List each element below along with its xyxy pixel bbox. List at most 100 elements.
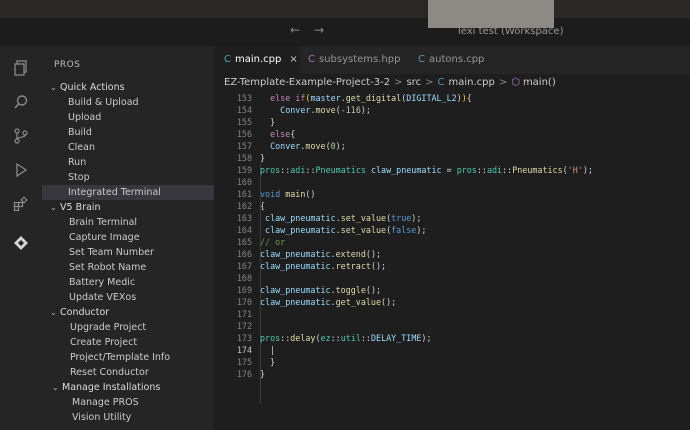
group-conductor[interactable]: ⌄ Conductor (42, 305, 214, 320)
chevron-down-icon: ⌄ (50, 308, 57, 317)
source-control-icon[interactable] (12, 128, 30, 146)
breadcrumb-symbol[interactable]: main() (523, 77, 556, 88)
line-number: 175 (236, 357, 252, 367)
sidebar-item-battery-medic[interactable]: Battery Medic (42, 275, 241, 290)
line-number: 161 (236, 189, 252, 199)
line-number: 156 (236, 129, 252, 139)
sidebar-item-upgrade-project[interactable]: Upgrade Project (42, 320, 242, 335)
sidebar-item-reset-conductor[interactable]: Reset Conductor (42, 365, 242, 380)
line-number: 176 (236, 369, 252, 379)
line-number: 163 (236, 213, 252, 223)
activity-bar (0, 46, 42, 430)
code-line: 167 claw_pneumatic.retract(); (214, 260, 690, 272)
breadcrumb-src[interactable]: src (406, 77, 421, 88)
code-line: 158} (214, 152, 690, 164)
code-text: } (260, 357, 276, 367)
line-number: 153 (236, 93, 252, 103)
code-text: claw_pneumatic.retract(); (260, 261, 387, 271)
close-icon[interactable]: × (289, 54, 297, 65)
code-line: 176} (214, 368, 690, 380)
sidebar-item-run[interactable]: Run (42, 155, 240, 170)
code-text: pros::delay(ez::util::DELAY_TIME); (260, 333, 432, 343)
sidebar-item-set-team-number[interactable]: Set Team Number (42, 245, 241, 260)
run-debug-icon[interactable] (12, 162, 30, 180)
line-number: 160 (236, 177, 252, 187)
tape-overlay (428, 0, 554, 28)
tab-autons-cpp[interactable]: Cautons.cpp (414, 46, 508, 74)
group-manage-installations[interactable]: ⌄ Manage Installations (42, 380, 214, 395)
code-line: 161 void main() (214, 188, 690, 200)
back-arrow-icon[interactable]: ← (290, 23, 314, 37)
breadcrumb-file[interactable]: main.cpp (448, 77, 494, 88)
code-line: 169 claw_pneumatic.toggle(); (214, 284, 690, 296)
code-line: 160 (214, 176, 690, 188)
code-text: Conver.move(0); (270, 141, 346, 151)
forward-arrow-icon[interactable]: → (314, 23, 338, 37)
code-editor[interactable]: 153 else if(master.get_digital(DIGITAL_L… (214, 92, 690, 430)
code-line: 162 { (214, 200, 690, 212)
code-line: 168 (214, 272, 690, 284)
cpp-file-icon: C (437, 77, 445, 88)
line-number: 168 (236, 273, 252, 283)
sidebar-item-project-template-info[interactable]: Project/Template Info (42, 350, 242, 365)
sidebar-item-brain-terminal[interactable]: Brain Terminal (42, 215, 241, 230)
code-line: 172 (214, 320, 690, 332)
sidebar-item-build-upload[interactable]: Build & Upload (42, 95, 240, 110)
line-number: 155 (236, 117, 252, 127)
sidebar-item-build[interactable]: Build (42, 125, 240, 140)
code-line: 166 claw_pneumatic.extend(); (214, 248, 690, 260)
code-text: void main() (260, 189, 316, 199)
pros-icon[interactable] (12, 234, 30, 252)
sidebar-item-create-project[interactable]: Create Project (42, 335, 242, 350)
sidebar-item-stop[interactable]: Stop (42, 170, 240, 185)
line-number: 162 (236, 201, 252, 211)
code-line: 170 claw_pneumatic.get_value(); (214, 296, 690, 308)
nav-arrows: ←→ (290, 23, 338, 37)
code-text: claw_pneumatic.set_value(true); (265, 213, 422, 223)
cpp-file-icon: C (224, 54, 231, 65)
line-number: 167 (236, 261, 252, 271)
breadcrumb-project[interactable]: EZ-Template-Example-Project-3-2 (224, 77, 390, 88)
code-text: } (260, 117, 276, 127)
sidebar-item-set-robot-name[interactable]: Set Robot Name (42, 260, 241, 275)
line-number: 158 (236, 153, 252, 163)
extensions-icon[interactable] (12, 196, 30, 214)
code-text: claw_pneumatic.toggle(); (260, 285, 382, 295)
code-line: 164 claw_pneumatic.set_value(false); (214, 224, 690, 236)
search-icon[interactable] (12, 94, 30, 112)
code-text: else{ (270, 129, 296, 139)
chevron-down-icon: ⌄ (50, 83, 57, 92)
sidebar-item-upload[interactable]: Upload (42, 110, 240, 125)
tab-main-cpp[interactable]: Cmain.cpp × (214, 46, 300, 74)
sidebar-item-integrated-terminal[interactable]: Integrated Terminal (42, 185, 214, 200)
cpp-file-icon: C (418, 54, 425, 65)
code-text: else if(master.get_digital(DIGITAL_L2)){ (270, 93, 472, 103)
sidebar-title: PROS (54, 60, 81, 70)
group-v5-brain[interactable]: ⌄ V5 Brain (42, 200, 214, 215)
line-number: 164 (236, 225, 252, 235)
code-line: 156 else{ (214, 128, 690, 140)
tab-subsystems-hpp[interactable]: Csubsystems.hpp (304, 46, 414, 74)
editor-tabs: Cmain.cpp × Csubsystems.hpp Cautons.cpp (214, 46, 690, 74)
code-line: 163 claw_pneumatic.set_value(true); (214, 212, 690, 224)
code-line: 153 else if(master.get_digital(DIGITAL_L… (214, 92, 690, 104)
sidebar-item-clean[interactable]: Clean (42, 140, 240, 155)
line-number: 165 (236, 237, 252, 247)
explorer-icon[interactable] (12, 60, 30, 78)
code-line: 155 } (214, 116, 690, 128)
code-text: Conver.move(-116); (280, 105, 371, 115)
code-comment: // or (260, 237, 286, 247)
sidebar-item-update-vexos[interactable]: Update VEXos (42, 290, 241, 305)
code-text: claw_pneumatic.get_value(); (260, 297, 397, 307)
group-quick-actions[interactable]: ⌄ Quick Actions (42, 80, 214, 95)
sidebar-item-capture-image[interactable]: Capture Image (42, 230, 241, 245)
line-number: 159 (236, 165, 252, 175)
line-number: 166 (236, 249, 252, 259)
breadcrumb: EZ-Template-Example-Project-3-2 > src > Cmai… (224, 77, 556, 88)
vscode-window: ←→ lexi test (Workspace) PROS ⌄ Quick Act… (0, 18, 690, 430)
line-number: 171 (236, 309, 252, 319)
code-text: } (260, 369, 266, 379)
code-line: 165 // or (214, 236, 690, 248)
pros-sidebar: PROS ⌄ Quick Actions Build & Upload Uploa… (42, 46, 214, 430)
code-text: } (260, 153, 266, 163)
